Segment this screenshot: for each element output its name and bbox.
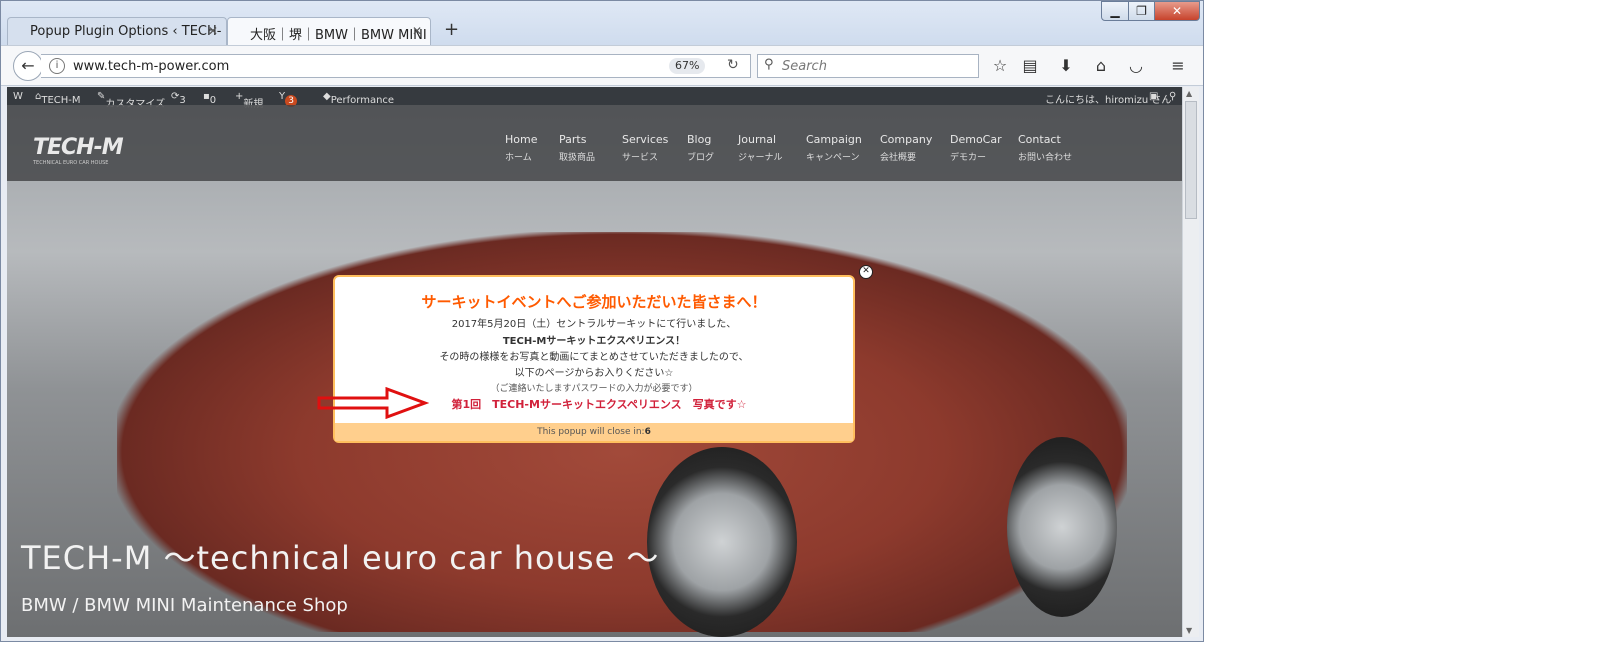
site-logo-tagline: TECHNICAL EURO CAR HOUSE (33, 160, 109, 166)
tab-label: 大阪｜堺｜BMW｜BMW MINI (250, 28, 427, 43)
menu-item-blog[interactable]: Blog ブログ (687, 133, 714, 163)
admin-new-link[interactable]: + 新規 (235, 91, 263, 110)
admin-customize-link[interactable]: ✎ カスタマイズ (97, 91, 165, 110)
download-icon[interactable]: ⬇ (1055, 56, 1077, 75)
site-logo[interactable]: TECH-M (33, 135, 124, 160)
red-arrow-annotation (317, 387, 429, 419)
home-icon[interactable]: ⌂ (1090, 56, 1112, 75)
menu-item-home[interactable]: Home ホーム (505, 133, 537, 163)
scroll-down-arrow-icon[interactable]: ▼ (1186, 626, 1192, 635)
url-bar[interactable]: i www.tech-m-power.com 67% ↻ (41, 54, 751, 78)
popup-footer-text: This popup will close in: (537, 427, 645, 437)
menu-item-company[interactable]: Company 会社概要 (880, 133, 932, 163)
url-text[interactable]: www.tech-m-power.com (73, 59, 229, 74)
popup-text-line: TECH-Mサーキットエクスペリエンス！ (502, 336, 686, 347)
site-info-icon[interactable]: i (49, 58, 65, 74)
admin-updates-link[interactable]: ⟳ 3 (171, 91, 186, 106)
menu-item-parts[interactable]: Parts 取扱商品 (559, 133, 595, 163)
popup-gallery-link[interactable]: 第1回 TECH-Mサーキットエクスペリエンス 写真です☆ (439, 396, 759, 412)
pocket-icon[interactable]: ◡ (1125, 56, 1147, 75)
hero-subtitle: BMW / BMW MINI Maintenance Shop (21, 595, 348, 616)
scroll-up-arrow-icon[interactable]: ▲ (1186, 89, 1192, 98)
new-tab-icon[interactable]: + (444, 19, 459, 40)
reading-list-icon[interactable]: ▤ (1019, 56, 1041, 75)
tab-tech-m-home[interactable]: 大阪｜堺｜BMW｜BMW MINI ✕ (227, 17, 431, 45)
popup-text-line: 以下のページからお入りください☆ (514, 368, 674, 379)
admin-performance-link[interactable]: ◆ Performance (323, 91, 394, 106)
avatar[interactable]: ▣ (1149, 91, 1158, 102)
admin-comments-link[interactable]: ▪ 0 (203, 91, 216, 106)
menu-item-journal[interactable]: Journal ジャーナル (738, 133, 783, 163)
hero-title: TECH-M 〜technical euro car house 〜 (21, 539, 660, 577)
back-button[interactable]: ← (13, 51, 43, 81)
wordpress-admin-bar: W ⌂ TECH-M ✎ カスタマイズ ⟳ 3 ▪ 0 + 新規 Y 3 ◆ P… (7, 87, 1182, 110)
tab-popup-plugin-options[interactable]: Popup Plugin Options ‹ TECH- ✕ (7, 17, 227, 45)
popup-heading: サーキットイベントへご参加いただいた皆さまへ！ (421, 293, 767, 311)
site-header: TECH-M TECHNICAL EURO CAR HOUSE Home ホーム … (7, 105, 1182, 181)
close-tab-icon[interactable]: ✕ (412, 24, 422, 38)
popup-footer: This popup will close in:6 (335, 423, 853, 441)
admin-site-link[interactable]: ⌂ TECH-M (35, 91, 81, 106)
admin-search-icon[interactable]: ⚲ (1169, 91, 1176, 102)
close-window-button[interactable]: ✕ (1154, 1, 1200, 21)
vertical-scrollbar[interactable]: ▲ ▼ (1182, 87, 1199, 637)
admin-seo-link[interactable]: Y 3 (279, 91, 298, 107)
front-wheel-image (647, 447, 797, 637)
popup-close-icon[interactable]: ✕ (859, 265, 873, 279)
search-icon: ⚲ (764, 57, 774, 72)
browser-window: Popup Plugin Options ‹ TECH- ✕ 大阪｜堺｜BMW｜… (0, 0, 1204, 642)
close-tab-icon[interactable]: ✕ (208, 24, 218, 38)
menu-item-democar[interactable]: DemoCar デモカー (950, 133, 1002, 163)
event-popup: ✕ サーキットイベントへご参加いただいた皆さまへ！ 2017年5月20日（土）セ… (317, 265, 873, 443)
bookmark-star-icon[interactable]: ☆ (989, 56, 1011, 75)
menu-icon[interactable]: ≡ (1167, 56, 1189, 75)
navigation-toolbar: ← i www.tech-m-power.com 67% ↻ ⚲ Search … (1, 45, 1203, 86)
search-box[interactable]: ⚲ Search (757, 54, 979, 78)
title-bar: Popup Plugin Options ‹ TECH- ✕ 大阪｜堺｜BMW｜… (1, 1, 1203, 45)
minimize-button[interactable]: ▁ (1101, 1, 1129, 21)
scrollbar-thumb[interactable] (1185, 101, 1197, 219)
popup-countdown: 6 (644, 427, 651, 437)
reload-icon[interactable]: ↻ (727, 57, 739, 73)
search-placeholder: Search (782, 59, 827, 74)
page-content: W ⌂ TECH-M ✎ カスタマイズ ⟳ 3 ▪ 0 + 新規 Y 3 ◆ P… (7, 87, 1182, 637)
popup-text-line: その時の様様をお写真と動画にてまとめさせていただきましたので、 (439, 352, 749, 363)
tab-label: Popup Plugin Options ‹ TECH- (30, 24, 222, 39)
menu-item-services[interactable]: Services サービス (622, 133, 668, 163)
menu-item-contact[interactable]: Contact お問い合わせ (1018, 133, 1072, 163)
popup-text-line: 2017年5月20日（土）セントラルサーキットにて行いました、 (451, 319, 737, 330)
zoom-indicator[interactable]: 67% (669, 58, 706, 74)
rear-wheel-image (1007, 437, 1117, 617)
menu-item-campaign[interactable]: Campaign キャンペーン (806, 133, 862, 163)
wordpress-logo-icon[interactable]: W (13, 91, 23, 102)
maximize-button[interactable]: ❐ (1128, 1, 1155, 21)
